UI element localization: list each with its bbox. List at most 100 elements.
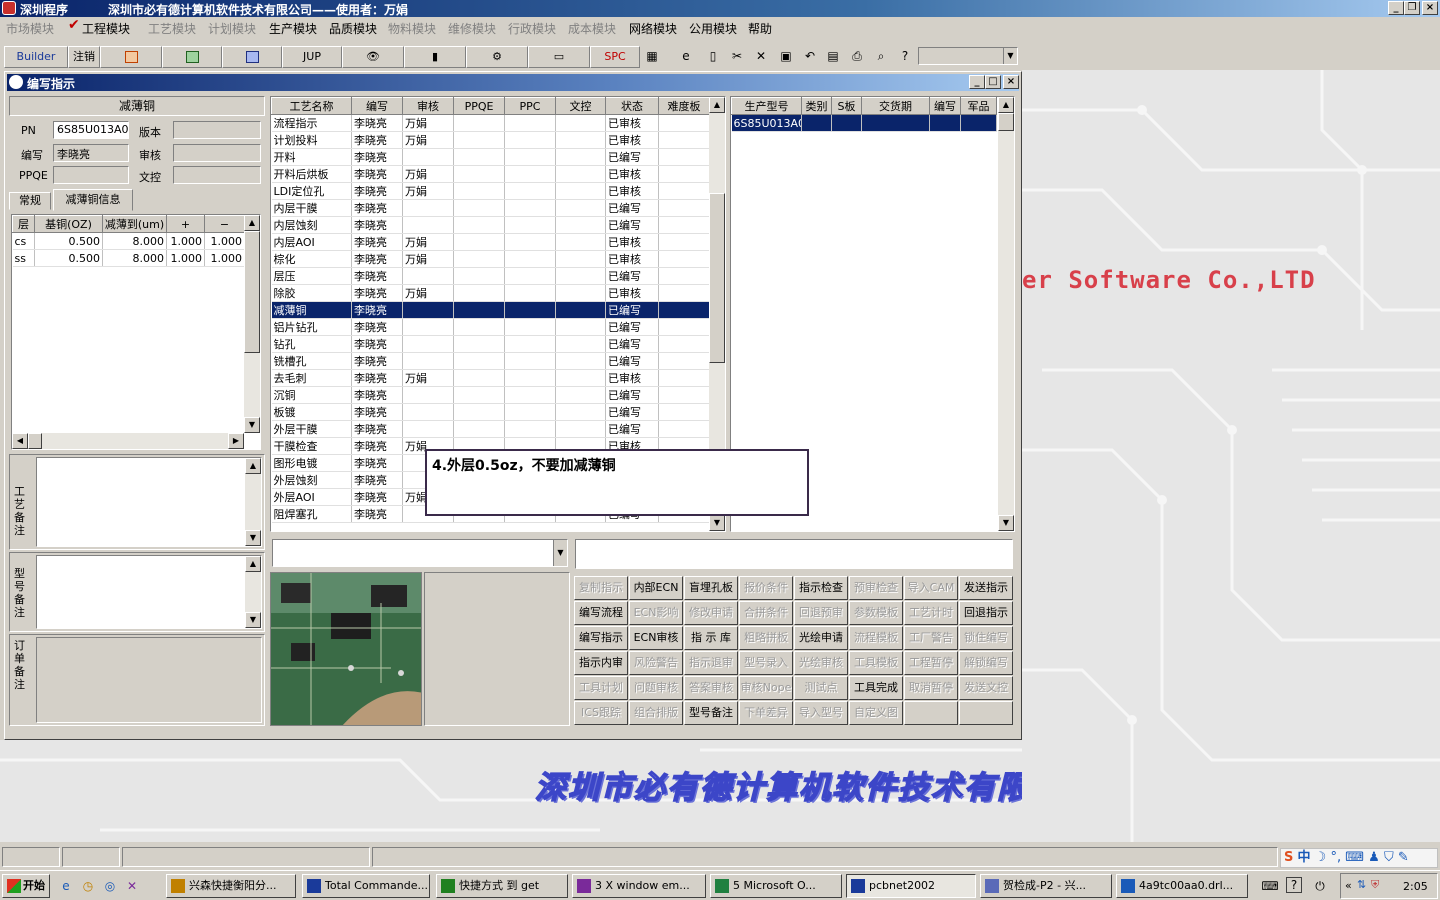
process-cell[interactable]: 内层干膜 bbox=[271, 199, 352, 217]
process-cell[interactable] bbox=[658, 301, 710, 319]
process-cell[interactable]: 已编写 bbox=[605, 386, 659, 404]
process-cell[interactable]: 铝片钻孔 bbox=[271, 318, 352, 336]
calc-icon[interactable]: ▦ bbox=[642, 47, 662, 67]
process-cell[interactable] bbox=[555, 250, 606, 268]
action-button[interactable]: 发送指示 bbox=[959, 576, 1013, 600]
process-cell[interactable]: 李晓亮 bbox=[351, 505, 403, 523]
copper-cell[interactable]: 1.000 bbox=[204, 232, 245, 250]
process-cell[interactable] bbox=[658, 420, 710, 438]
process-cell[interactable] bbox=[453, 403, 505, 421]
process-col-header[interactable]: 文控 bbox=[555, 97, 606, 115]
help-tray-icon[interactable]: ? bbox=[1286, 877, 1302, 893]
process-cell[interactable] bbox=[453, 114, 505, 132]
tab-general[interactable]: 常规 bbox=[9, 192, 51, 210]
action-button[interactable]: 解锁编写 bbox=[959, 651, 1013, 675]
taskbar-item[interactable]: 4a9tc00aa0.drl... bbox=[1116, 874, 1248, 898]
window-close-icon[interactable]: × bbox=[1003, 75, 1019, 89]
process-cell[interactable]: 万娟 bbox=[402, 182, 454, 200]
process-row[interactable]: 板镀 李晓亮 已编写 bbox=[271, 403, 710, 421]
process-cell[interactable]: 已编写 bbox=[605, 318, 659, 336]
spc-button[interactable]: SPC bbox=[590, 46, 640, 68]
keyboard-icon[interactable]: ⌨ bbox=[1345, 850, 1364, 865]
process-cell[interactable] bbox=[555, 165, 606, 183]
menu-market[interactable]: 市场模块 bbox=[6, 20, 54, 37]
taskbar-item[interactable]: Total Commande... bbox=[302, 874, 430, 898]
action-button[interactable]: ECN影响 bbox=[629, 601, 683, 625]
process-cell[interactable] bbox=[402, 318, 454, 336]
tray-expand-icon[interactable]: « bbox=[1345, 879, 1352, 892]
process-col-header[interactable]: 状态 bbox=[605, 97, 659, 115]
user-icon[interactable]: ♟ bbox=[1368, 850, 1380, 865]
preview-icon[interactable]: ▤ bbox=[823, 47, 843, 67]
action-button[interactable]: 盲埋孔板 bbox=[684, 576, 738, 600]
action-button[interactable]: 工具完成 bbox=[849, 676, 903, 700]
process-cell[interactable] bbox=[658, 233, 710, 251]
process-cell[interactable] bbox=[504, 250, 556, 268]
process-row[interactable]: 开料后烘板 李晓亮 万娟 已审核 bbox=[271, 165, 710, 183]
process-cell[interactable]: 去毛刺 bbox=[271, 369, 352, 387]
action-button[interactable]: 问题审核 bbox=[629, 676, 683, 700]
order-vscroll[interactable]: ▲ ▼ bbox=[998, 97, 1014, 531]
scroll-left-icon[interactable]: ◀ bbox=[12, 433, 28, 449]
toolbar-combo[interactable]: ▼ bbox=[918, 47, 1018, 65]
scroll-down-icon[interactable]: ▼ bbox=[998, 515, 1014, 531]
action-button[interactable]: 型号备注 bbox=[684, 701, 738, 725]
menu-quality[interactable]: 品质模块 bbox=[329, 20, 377, 37]
process-cell[interactable]: 万娟 bbox=[402, 284, 454, 302]
ime-toolbar[interactable]: S 中 ☽ °, ⌨ ♟ ⛉ ✎ bbox=[1280, 848, 1438, 868]
hscroll-thumb[interactable] bbox=[28, 433, 42, 449]
process-cell[interactable] bbox=[504, 148, 556, 166]
action-button[interactable]: 报价条件 bbox=[739, 576, 793, 600]
keyboard-tray-icon[interactable]: ⌨ bbox=[1260, 877, 1280, 897]
order-col-header[interactable]: 军品 bbox=[960, 97, 997, 115]
action-button[interactable]: 粗略拼板 bbox=[739, 626, 793, 650]
review-field[interactable] bbox=[173, 144, 261, 162]
word-button[interactable] bbox=[222, 46, 282, 68]
process-cell[interactable]: 李晓亮 bbox=[351, 131, 403, 149]
process-cell[interactable] bbox=[555, 318, 606, 336]
network-tray-icon[interactable]: ⇅ bbox=[1357, 878, 1366, 891]
process-cell[interactable]: 已编写 bbox=[605, 420, 659, 438]
process-cell[interactable]: 万娟 bbox=[402, 114, 454, 132]
save-icon[interactable]: ▣ bbox=[776, 47, 796, 67]
action-button[interactable]: 流程模板 bbox=[849, 626, 903, 650]
order-col-header[interactable]: 生产型号 bbox=[731, 97, 802, 115]
process-cell[interactable]: 钻孔 bbox=[271, 335, 352, 353]
menu-engineering[interactable]: ✔ 工程模块 bbox=[68, 17, 130, 37]
process-row[interactable]: 内层干膜 李晓亮 已编写 bbox=[271, 199, 710, 217]
process-cell[interactable] bbox=[453, 148, 505, 166]
order-cell[interactable] bbox=[861, 114, 930, 132]
copper-cell[interactable]: 0.500 bbox=[34, 249, 103, 267]
process-cell[interactable]: 已审核 bbox=[605, 131, 659, 149]
minimize-icon[interactable]: _ bbox=[1388, 1, 1404, 15]
process-cell[interactable] bbox=[504, 420, 556, 438]
process-row[interactable]: 内层蚀刻 李晓亮 已编写 bbox=[271, 216, 710, 234]
process-cell[interactable]: 李晓亮 bbox=[351, 250, 403, 268]
order-row[interactable]: 6S85U013A0 bbox=[731, 114, 997, 132]
scroll-thumb[interactable] bbox=[998, 113, 1014, 131]
tab-copper-info[interactable]: 减薄铜信息 bbox=[53, 189, 133, 211]
process-cell[interactable]: 已审核 bbox=[605, 233, 659, 251]
process-cell[interactable] bbox=[453, 335, 505, 353]
print-icon[interactable]: ⎙ bbox=[847, 47, 867, 67]
process-cell[interactable]: 李晓亮 bbox=[351, 420, 403, 438]
process-cell[interactable]: 已编写 bbox=[605, 199, 659, 217]
process-cell[interactable]: 李晓亮 bbox=[351, 369, 403, 387]
menu-production[interactable]: 生产模块 bbox=[269, 20, 317, 37]
shirt-icon[interactable]: ⛉ bbox=[1384, 850, 1394, 865]
ppqe-field[interactable] bbox=[53, 166, 129, 184]
process-cell[interactable] bbox=[453, 352, 505, 370]
process-cell[interactable]: 李晓亮 bbox=[351, 301, 403, 319]
action-button[interactable]: 修改申请 bbox=[684, 601, 738, 625]
process-cell[interactable]: 已审核 bbox=[605, 165, 659, 183]
copper-hscroll[interactable]: ◀ ▶ bbox=[12, 433, 244, 449]
process-row[interactable]: 层压 李晓亮 已编写 bbox=[271, 267, 710, 285]
process-cell[interactable] bbox=[555, 369, 606, 387]
process-cell[interactable]: 层压 bbox=[271, 267, 352, 285]
writer-field[interactable]: 李晓亮 bbox=[53, 144, 129, 162]
process-cell[interactable] bbox=[555, 352, 606, 370]
start-button[interactable]: 开始 bbox=[2, 874, 50, 898]
process-col-header[interactable]: 难度板 bbox=[658, 97, 710, 115]
scroll-thumb[interactable] bbox=[709, 193, 725, 363]
ie-quicklaunch-icon[interactable]: e bbox=[56, 877, 76, 897]
